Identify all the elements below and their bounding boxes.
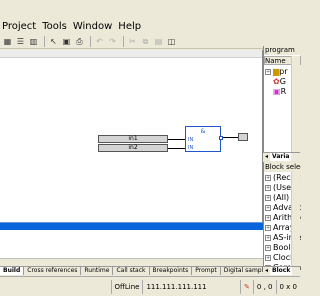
tab-prev[interactable]: ◂ <box>263 153 270 161</box>
pencil-icon: ✎ <box>241 279 254 294</box>
vertical-scrollbar[interactable] <box>291 172 300 275</box>
block-title: & <box>200 128 206 135</box>
input-pin-label: IN <box>188 145 194 151</box>
expand-icon[interactable]: + <box>265 184 271 191</box>
menu-tools[interactable]: Tools <box>42 20 67 34</box>
and-function-block[interactable]: & IN IN <box>185 126 221 152</box>
tree-item-label: G <box>279 77 286 86</box>
output-pin[interactable] <box>219 136 223 140</box>
expand-icon[interactable]: + <box>265 244 271 251</box>
variable-label: in2 <box>128 144 138 151</box>
horizontal-scrollbar[interactable] <box>0 258 263 266</box>
tab-variables[interactable]: Varia <box>270 153 292 161</box>
list-icon[interactable]: ☰ <box>15 36 26 47</box>
tab-prev[interactable]: ◂ <box>263 267 270 275</box>
copy-icon[interactable]: ⧉ <box>140 36 151 47</box>
expand-icon[interactable]: + <box>265 204 271 211</box>
tab-breakpoints[interactable]: Breakpoints <box>150 267 193 275</box>
status-bar: OffLine 111.111.111.111 ✎ 0 , 0 0 x 0 <box>0 276 300 296</box>
tree-item-label: pr <box>279 67 288 76</box>
expand-icon[interactable]: + <box>265 254 271 261</box>
status-mode: OffLine <box>112 279 144 294</box>
column-header-label: Name <box>265 57 286 65</box>
paste-icon[interactable]: ▤ <box>153 36 164 47</box>
status-address: 111.111.111.111 <box>143 279 242 294</box>
wire <box>221 137 238 138</box>
undo-icon[interactable]: ↶ <box>94 36 105 47</box>
toolbar: ▦ ☰ ▥ ↖ ▣ ⎙ ↶ ↷ ✂ ⧉ ▤ ◫ <box>0 34 300 49</box>
toolbar-separator <box>123 35 124 47</box>
vertical-scrollbar[interactable] <box>291 56 300 152</box>
program-panel: program Name + ▆pr ✿G ▣R <box>263 46 301 152</box>
variable-block-in2[interactable]: in2 <box>98 144 168 152</box>
expand-icon[interactable]: + <box>265 174 271 181</box>
output-tabs: Build Cross references Runtime Call stac… <box>0 266 263 275</box>
output-pane-header <box>0 222 263 230</box>
status-coords: 0 , 0 <box>254 279 277 294</box>
variable-block-in1[interactable]: in1 <box>98 135 168 143</box>
variable-label: in1 <box>128 135 138 142</box>
block-select-panel: Block select +(Recent +(Used) +(All) +Ad… <box>263 162 301 275</box>
status-spacer <box>0 279 112 294</box>
block-panel-tabs: ◂ Block <box>263 266 300 275</box>
cut-icon[interactable]: ✂ <box>127 36 138 47</box>
tab-block[interactable]: Block <box>270 267 293 275</box>
bookmark-icon[interactable]: ▣ <box>61 36 72 47</box>
redo-icon[interactable]: ↷ <box>107 36 118 47</box>
tab-call-stack[interactable]: Call stack <box>113 267 150 275</box>
fbd-editor-canvas[interactable]: in1 in2 & IN IN <box>0 50 263 222</box>
output-variable-block[interactable] <box>238 133 248 141</box>
toolbar-separator <box>44 35 45 47</box>
view-icon[interactable]: ◫ <box>166 36 177 47</box>
input-pin-label: IN <box>188 137 194 143</box>
menu-bar: Project Tools Window Help <box>0 20 300 34</box>
wire <box>168 139 186 140</box>
resource-icon: ▣ <box>273 87 281 96</box>
table-icon[interactable]: ▥ <box>28 36 39 47</box>
expand-icon[interactable]: + <box>265 234 271 241</box>
expand-icon[interactable]: + <box>265 214 271 221</box>
menu-project[interactable]: Project <box>2 20 36 34</box>
editor-ruler <box>0 50 262 58</box>
panel-title: Block select <box>264 162 301 172</box>
tab-build[interactable]: Build <box>0 267 25 275</box>
tree-item-label: R <box>280 87 287 96</box>
gear-icon: ✿ <box>273 77 280 86</box>
menu-help[interactable]: Help <box>118 20 141 34</box>
block-category-label: (All) <box>273 193 290 202</box>
arrow-icon[interactable]: ↖ <box>48 36 59 47</box>
expand-icon[interactable]: + <box>265 194 271 201</box>
menu-window[interactable]: Window <box>73 20 112 34</box>
panel-title: program <box>264 46 301 55</box>
tab-digital-sampling-trace[interactable]: Digital sampling trace <box>221 267 263 275</box>
status-size: 0 x 0 <box>279 282 298 291</box>
tab-prompt[interactable]: Prompt <box>192 267 221 275</box>
tab-cross-references[interactable]: Cross references <box>24 267 82 275</box>
wire <box>168 148 186 149</box>
expand-icon[interactable]: + <box>265 224 271 231</box>
expand-icon[interactable]: + <box>265 68 271 75</box>
toolbar-separator <box>90 35 91 47</box>
grid-icon[interactable]: ▦ <box>2 36 13 47</box>
program-panel-tabs: ◂ Varia <box>263 152 300 161</box>
print-icon[interactable]: ⎙ <box>74 36 85 47</box>
tab-runtime[interactable]: Runtime <box>81 267 114 275</box>
